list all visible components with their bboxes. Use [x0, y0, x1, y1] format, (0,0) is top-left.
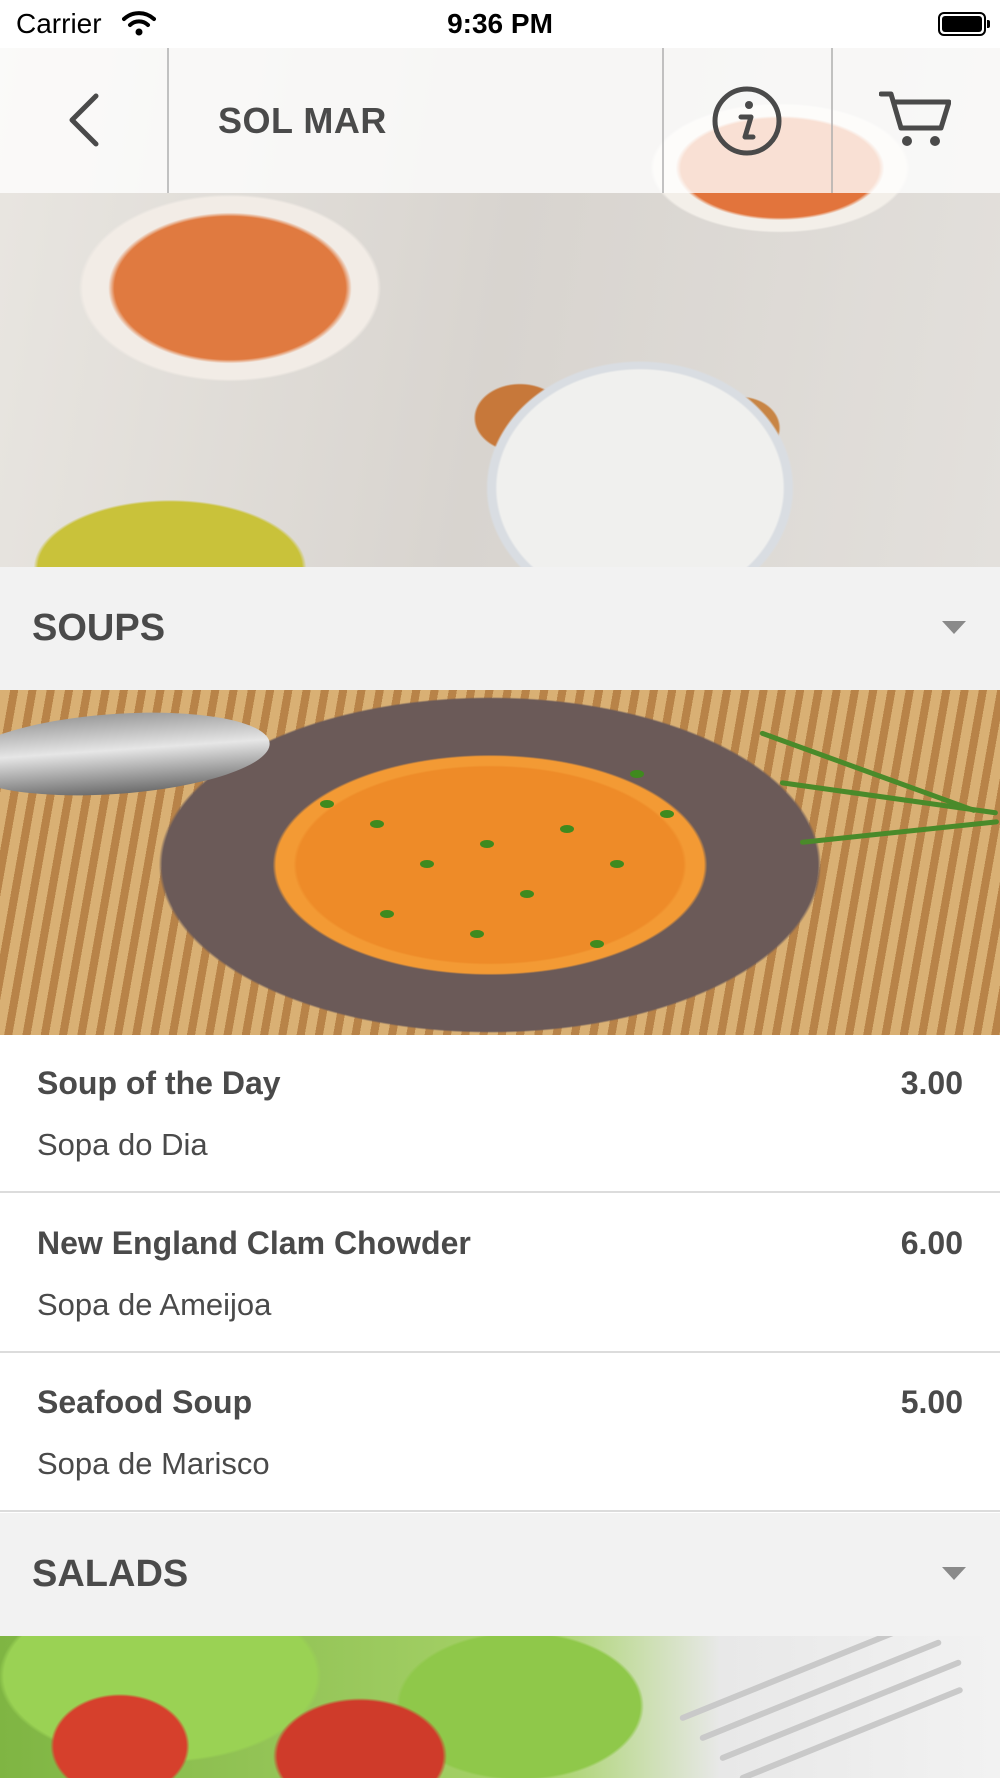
item-name: Soup of the Day — [37, 1065, 281, 1101]
chevron-down-icon — [942, 621, 966, 634]
rosemary-graphic — [799, 819, 1000, 845]
salads-image — [0, 1636, 1000, 1778]
parsley-garnish — [380, 910, 394, 918]
section-title: SOUPS — [32, 607, 166, 649]
item-price: 6.00 — [900, 1225, 963, 1261]
parsley-garnish — [370, 820, 384, 828]
wifi-icon — [122, 10, 156, 41]
item-subtitle: Sopa de Marisco — [37, 1446, 270, 1481]
item-price: 5.00 — [900, 1384, 963, 1420]
section-header-salads[interactable]: SALADS — [0, 1513, 1000, 1636]
navigation-bar: SOL MAR — [0, 48, 1000, 193]
battery-icon — [938, 12, 990, 36]
parsley-garnish — [560, 825, 574, 833]
parsley-garnish — [660, 810, 674, 818]
parsley-garnish — [470, 930, 484, 938]
cart-button[interactable] — [833, 48, 1000, 193]
back-chevron-icon — [69, 93, 99, 147]
item-subtitle: Sopa de Ameijoa — [37, 1287, 272, 1322]
item-name: New England Clam Chowder — [37, 1225, 471, 1261]
section-title: SALADS — [32, 1553, 189, 1595]
item-subtitle: Sopa do Dia — [37, 1127, 208, 1162]
rosemary-graphic — [779, 780, 999, 816]
soups-image — [0, 690, 1000, 1035]
page-title: SOL MAR — [218, 100, 387, 141]
parsley-garnish — [590, 940, 604, 948]
item-name: Seafood Soup — [37, 1384, 253, 1420]
parsley-garnish — [320, 800, 334, 808]
section-header-soups[interactable]: SOUPS — [0, 567, 1000, 690]
menu-item[interactable]: New England Clam Chowder 6.00 Sopa de Am… — [0, 1195, 1000, 1353]
rosemary-graphic — [759, 730, 977, 814]
menu-item[interactable]: Soup of the Day 3.00 Sopa do Dia — [0, 1035, 1000, 1193]
parsley-garnish — [610, 860, 624, 868]
spoon-graphic — [0, 703, 273, 805]
info-icon — [712, 86, 782, 156]
carrier-label: Carrier — [16, 8, 102, 39]
parsley-garnish — [520, 890, 534, 898]
parsley-garnish — [480, 840, 494, 848]
item-price: 3.00 — [900, 1065, 963, 1101]
parsley-garnish — [420, 860, 434, 868]
fork-graphic — [698, 1638, 943, 1742]
chevron-down-icon — [942, 1567, 966, 1580]
back-button[interactable] — [0, 48, 168, 193]
info-button[interactable] — [664, 48, 832, 193]
cart-icon — [879, 91, 951, 146]
status-bar: Carrier 9:36 PM — [0, 0, 1000, 48]
fork-graphic — [738, 1686, 964, 1778]
nav-divider — [167, 48, 169, 193]
fork-graphic — [718, 1658, 963, 1762]
parsley-garnish — [630, 770, 644, 778]
fork-graphic — [678, 1636, 923, 1722]
menu-item[interactable]: Seafood Soup 5.00 Sopa de Marisco — [0, 1354, 1000, 1512]
